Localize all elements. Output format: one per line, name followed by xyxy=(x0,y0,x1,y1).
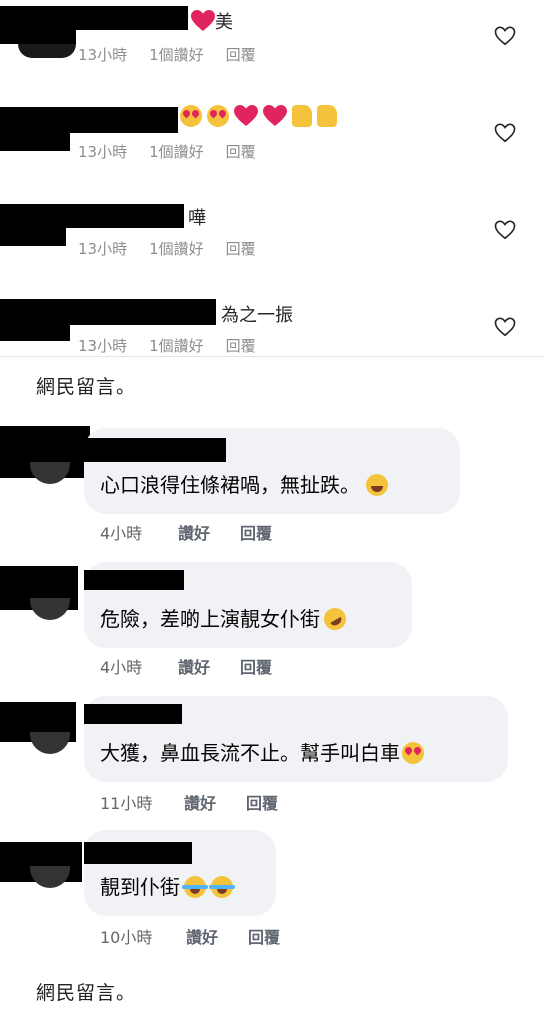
comment-bubble: 大獲，鼻血長流不止。幫手叫白車 xyxy=(84,696,508,782)
like-button[interactable]: 讚好 xyxy=(186,924,248,948)
comment-time: 13小時 xyxy=(78,46,128,64)
comment-text: 嘩 xyxy=(188,208,206,229)
comment-time: 13小時 xyxy=(78,143,128,161)
comment-text: 美 xyxy=(191,8,233,34)
reply-button[interactable]: 回覆 xyxy=(246,790,278,814)
reply-button[interactable]: 回覆 xyxy=(226,240,256,258)
heart-outline-icon[interactable] xyxy=(494,123,516,143)
comment-text: 大獲，鼻血長流不止。幫手叫白車 xyxy=(100,737,429,766)
red-heart-icon xyxy=(263,105,287,126)
heart-outline-icon[interactable] xyxy=(494,317,516,337)
comment-bubble: 靚到仆街 xyxy=(84,830,276,916)
rofl-face-icon xyxy=(319,603,351,635)
comment-meta: 13小時 1個讚好 回覆 xyxy=(78,141,278,162)
thumbs-up-icon xyxy=(292,105,312,127)
comment-text: 靚到仆街 xyxy=(100,871,238,900)
comment-meta: 13小時 1個讚好 回覆 xyxy=(78,335,278,356)
joy-face-icon xyxy=(209,876,235,898)
comment-meta: 4小時 讚好 回覆 xyxy=(100,520,272,544)
comment-time: 13小時 xyxy=(78,240,128,258)
redacted-avatar xyxy=(0,224,66,246)
like-count[interactable]: 1個讚好 xyxy=(149,143,204,161)
like-button[interactable]: 讚好 xyxy=(184,790,246,814)
avatar[interactable] xyxy=(30,732,70,754)
redacted-username xyxy=(84,842,192,864)
redacted-avatar xyxy=(0,321,70,341)
comment-meta: 11小時 讚好 回覆 xyxy=(100,790,278,814)
avatar[interactable] xyxy=(30,866,70,888)
comment-time: 13小時 xyxy=(78,337,128,355)
ig-comment: 13小時 1個讚好 回覆 xyxy=(0,97,545,194)
reply-button[interactable]: 回覆 xyxy=(248,924,280,948)
redacted-username xyxy=(84,438,226,462)
caption-top: 網民留言。 xyxy=(36,376,137,398)
caption-bottom: 網民留言。 xyxy=(36,982,137,1004)
red-heart-icon xyxy=(234,105,258,126)
reply-button[interactable]: 回覆 xyxy=(240,654,272,678)
avatar[interactable] xyxy=(18,44,76,58)
heart-eyes-icon xyxy=(207,105,229,127)
thumbs-up-icon xyxy=(317,105,337,127)
laughing-face-icon xyxy=(366,474,388,496)
joy-face-icon xyxy=(182,876,208,898)
redacted-username xyxy=(84,704,182,724)
comment-time: 4小時 xyxy=(100,658,143,677)
heart-eyes-icon xyxy=(402,742,424,764)
reply-button[interactable]: 回覆 xyxy=(226,337,256,355)
heart-eyes-icon xyxy=(180,105,202,127)
section-divider xyxy=(0,356,545,357)
comment-emojis xyxy=(180,105,342,128)
heart-outline-icon[interactable] xyxy=(494,220,516,240)
like-count[interactable]: 1個讚好 xyxy=(149,240,204,258)
like-count[interactable]: 1個讚好 xyxy=(149,46,204,64)
avatar[interactable] xyxy=(30,462,70,484)
reply-button[interactable]: 回覆 xyxy=(226,46,256,64)
ig-comment: 嘩 13小時 1個讚好 回覆 xyxy=(0,194,545,291)
comment-text: 危險，差啲上演靚女仆街 xyxy=(100,603,351,635)
reply-button[interactable]: 回覆 xyxy=(240,520,272,544)
like-button[interactable]: 讚好 xyxy=(178,654,240,678)
avatar[interactable] xyxy=(30,598,70,620)
comment-meta: 10小時 讚好 回覆 xyxy=(100,924,280,948)
comment-bubble: 危險，差啲上演靚女仆街 xyxy=(84,562,412,648)
comment-time: 10小時 xyxy=(100,928,153,947)
comment-time: 11小時 xyxy=(100,794,153,813)
ig-comment: 美 13小時 1個讚好 回覆 xyxy=(0,0,545,97)
comment-meta: 13小時 1個讚好 回覆 xyxy=(78,44,278,65)
comment-text: 心口浪得住條裙喎，無扯跌。 xyxy=(100,469,393,498)
comment-time: 4小時 xyxy=(100,524,143,543)
redacted-avatar xyxy=(0,26,76,44)
red-heart-icon xyxy=(191,10,215,31)
comment-bubble: 心口浪得住條裙喎，無扯跌。 xyxy=(84,428,460,514)
redacted-avatar xyxy=(0,129,70,151)
comment-meta: 13小時 1個讚好 回覆 xyxy=(78,238,278,259)
comment-text: 為之一振 xyxy=(221,305,293,326)
reply-button[interactable]: 回覆 xyxy=(226,143,256,161)
like-button[interactable]: 讚好 xyxy=(178,520,240,544)
like-count[interactable]: 1個讚好 xyxy=(149,337,204,355)
heart-outline-icon[interactable] xyxy=(494,26,516,46)
redacted-username xyxy=(84,570,184,590)
comment-meta: 4小時 讚好 回覆 xyxy=(100,654,272,678)
